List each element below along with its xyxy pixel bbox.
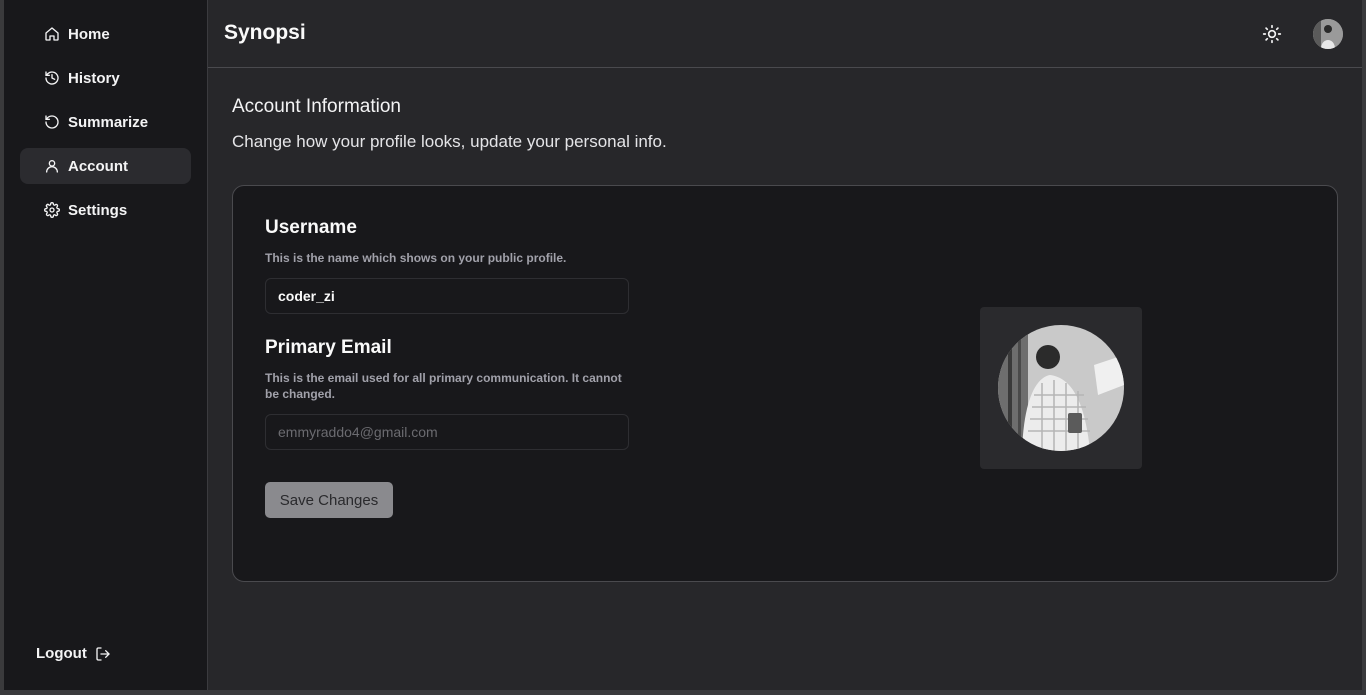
window-edge: [1362, 0, 1366, 695]
history-icon: [44, 70, 60, 86]
profile-photo-frame[interactable]: [980, 307, 1142, 469]
theme-toggle-button[interactable]: [1260, 22, 1284, 46]
sidebar: Home History Summarize Account Settings: [4, 0, 208, 690]
username-input[interactable]: coder_zi: [265, 278, 629, 314]
sun-icon: [1262, 24, 1282, 44]
user-icon: [44, 158, 60, 174]
sidebar-item-history[interactable]: History: [20, 60, 191, 96]
email-field[interactable]: emmyraddo4@gmail.com: [265, 414, 629, 450]
save-button[interactable]: Save Changes: [265, 482, 393, 518]
gear-icon: [44, 202, 60, 218]
logout-button[interactable]: Logout: [36, 645, 111, 662]
sidebar-item-label: Summarize: [68, 113, 149, 131]
logout-label: Logout: [36, 645, 87, 662]
sidebar-item-label: Settings: [68, 201, 128, 219]
sidebar-item-settings[interactable]: Settings: [20, 192, 191, 228]
avatar[interactable]: [1313, 19, 1343, 49]
account-card: Username This is the name which shows on…: [232, 185, 1338, 582]
username-title: Username: [265, 217, 357, 238]
email-description: This is the email used for all primary c…: [265, 371, 622, 401]
email-title: Primary Email: [265, 337, 392, 358]
refresh-icon: [44, 114, 60, 130]
sidebar-item-label: Account: [68, 157, 128, 175]
sidebar-item-label: History: [68, 69, 120, 87]
app-window: Home History Summarize Account Settings: [4, 0, 1362, 690]
sidebar-item-home[interactable]: Home: [20, 16, 191, 52]
logout-icon: [95, 646, 111, 662]
home-icon: [44, 26, 60, 42]
sidebar-item-label: Home: [68, 25, 110, 43]
sidebar-item-account[interactable]: Account: [20, 148, 191, 184]
app-brand: Synopsi: [224, 21, 306, 44]
sidebar-item-summarize[interactable]: Summarize: [20, 104, 191, 140]
page-subtitle: Change how your profile looks, update yo…: [232, 132, 667, 151]
username-description: This is the name which shows on your pub…: [265, 251, 567, 265]
top-header: Synopsi: [208, 0, 1362, 68]
main-content: Account Information Change how your prof…: [208, 69, 1362, 690]
profile-photo: [998, 325, 1124, 451]
page-title: Account Information: [232, 96, 401, 117]
